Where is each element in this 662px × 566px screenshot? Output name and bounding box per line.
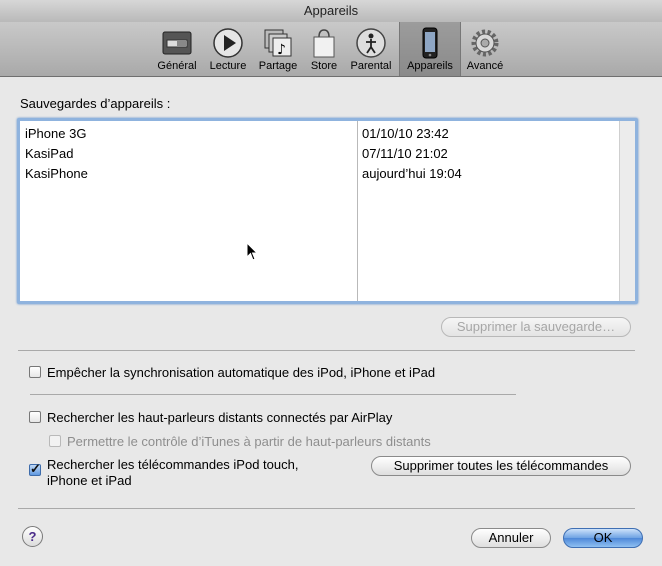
iphone-icon <box>422 27 438 59</box>
table-row[interactable]: KasiPad 07/11/10 21:02 <box>20 144 620 164</box>
table-row[interactable]: KasiPhone aujourd’hui 19:04 <box>20 164 620 184</box>
airplay-speakers-label: Rechercher les haut-parleurs distants co… <box>47 410 393 425</box>
separator <box>18 350 635 351</box>
sharing-music-icon: ♪ <box>264 29 292 58</box>
svg-text:♪: ♪ <box>277 42 286 58</box>
parental-figure-icon <box>356 28 386 58</box>
tab-store-label: Store <box>310 60 338 72</box>
help-button[interactable]: ? <box>22 526 43 547</box>
remove-all-remotes-button[interactable]: Supprimer toutes les télécommandes <box>371 456 631 476</box>
ipod-remotes-checkbox[interactable]: ✓ <box>29 461 41 476</box>
tab-general-label: Général <box>157 60 197 72</box>
tab-partage-label: Partage <box>258 60 298 72</box>
window-title: Appareils <box>0 0 662 23</box>
device-name: iPhone 3G <box>25 126 87 141</box>
backup-date: aujourd’hui 19:04 <box>362 166 462 181</box>
general-switch-icon <box>162 31 192 55</box>
itunes-control-checkbox[interactable] <box>49 435 61 447</box>
ok-button[interactable]: OK <box>563 528 643 548</box>
airplay-speakers-checkbox[interactable] <box>29 411 41 423</box>
tab-store[interactable]: Store <box>305 22 343 76</box>
tab-parental-label: Parental <box>350 60 392 72</box>
backup-date: 01/10/10 23:42 <box>362 126 449 141</box>
separator <box>30 394 516 395</box>
list-scrollbar[interactable] <box>619 121 635 301</box>
checkmark-icon: ✓ <box>30 461 41 476</box>
shopping-bag-icon <box>313 29 335 58</box>
ipod-remotes-label-line1: Rechercher les télécommandes iPod touch, <box>47 457 299 472</box>
tab-parental[interactable]: Parental <box>347 22 395 76</box>
separator <box>18 508 635 509</box>
mouse-cursor-icon <box>246 242 259 261</box>
tab-partage[interactable]: ♪ Partage <box>255 22 301 76</box>
table-row[interactable]: iPhone 3G 01/10/10 23:42 <box>20 124 620 144</box>
tab-appareils-label: Appareils <box>407 60 453 72</box>
prevent-sync-label: Empêcher la synchronisation automatique … <box>47 365 436 380</box>
delete-backup-button[interactable]: Supprimer la sauvegarde… <box>441 317 631 337</box>
backup-date: 07/11/10 21:02 <box>362 146 448 161</box>
tab-lecture-label: Lecture <box>209 60 247 72</box>
device-name: KasiPad <box>25 146 74 161</box>
ipod-remotes-label-line2: iPhone et iPad <box>47 473 132 488</box>
gear-icon <box>471 29 499 57</box>
itunes-control-label: Permettre le contrôle d’iTunes à partir … <box>67 434 431 449</box>
play-icon <box>213 28 243 58</box>
device-name: KasiPhone <box>25 166 88 181</box>
prevent-sync-checkbox[interactable] <box>29 366 41 378</box>
tab-general[interactable]: Général <box>155 22 199 76</box>
tab-avance-label: Avancé <box>466 60 504 72</box>
backups-section-label: Sauvegardes d’appareils : <box>20 96 171 111</box>
preferences-toolbar: Général Lecture ♪ Partage Store Parental <box>0 22 662 77</box>
tab-appareils[interactable]: Appareils <box>399 22 461 76</box>
cancel-button[interactable]: Annuler <box>471 528 551 548</box>
tab-avance[interactable]: Avancé <box>463 22 507 76</box>
device-backups-list[interactable]: iPhone 3G 01/10/10 23:42 KasiPad 07/11/1… <box>17 118 638 304</box>
tab-lecture[interactable]: Lecture <box>205 22 251 76</box>
